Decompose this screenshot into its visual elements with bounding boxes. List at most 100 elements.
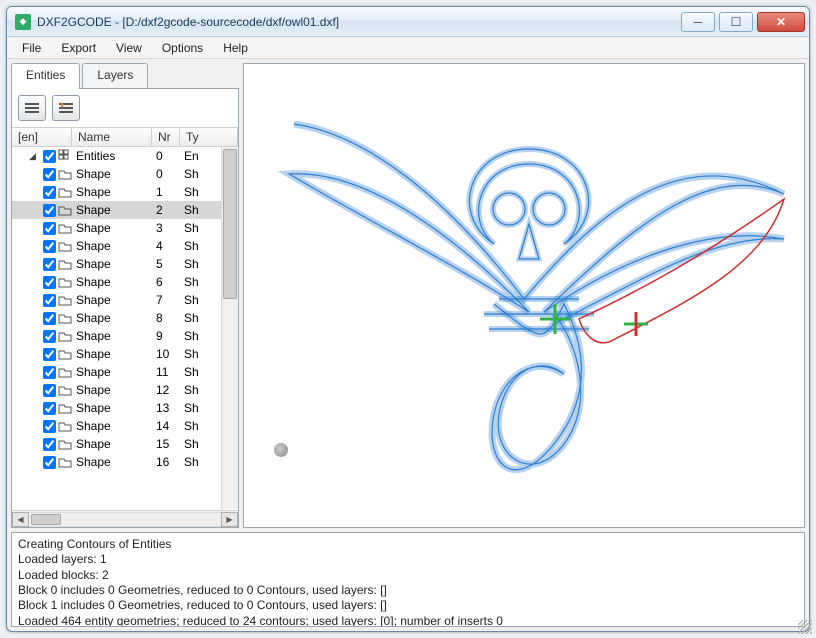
cell-name: Shape <box>72 185 152 199</box>
tree-row[interactable]: Shape 15 Sh <box>12 435 238 453</box>
cell-name: Shape <box>72 347 152 361</box>
tree-row[interactable]: Shape 7 Sh <box>12 291 238 309</box>
cell-name: Shape <box>72 239 152 253</box>
folder-icon <box>58 311 72 325</box>
close-button[interactable]: ✕ <box>757 12 805 32</box>
enable-checkbox[interactable] <box>43 204 56 217</box>
tree-row[interactable]: Shape 10 Sh <box>12 345 238 363</box>
tree-row[interactable]: Shape 8 Sh <box>12 309 238 327</box>
titlebar[interactable]: ◆ DXF2GCODE - [D:/dxf2gcode-sourcecode/d… <box>7 7 809 37</box>
collapse-all-button[interactable] <box>18 95 46 121</box>
tree-row[interactable]: Shape 3 Sh <box>12 219 238 237</box>
cell-name: Shape <box>72 167 152 181</box>
menu-export[interactable]: Export <box>52 39 105 57</box>
folder-icon <box>58 455 72 469</box>
log-line: Loaded layers: 1 <box>18 552 798 567</box>
folder-icon <box>58 419 72 433</box>
cell-nr: 11 <box>152 365 180 379</box>
cell-nr: 10 <box>152 347 180 361</box>
enable-checkbox[interactable] <box>43 402 56 415</box>
log-line: Block 0 includes 0 Geometries, reduced t… <box>18 583 798 598</box>
tab-layers[interactable]: Layers <box>82 63 148 89</box>
tree-row[interactable]: Shape 13 Sh <box>12 399 238 417</box>
tree-row[interactable]: Shape 2 Sh <box>12 201 238 219</box>
cell-nr: 3 <box>152 221 180 235</box>
tree-row[interactable]: Shape 1 Sh <box>12 183 238 201</box>
enable-checkbox[interactable] <box>43 150 56 163</box>
tree-row[interactable]: Shape 16 Sh <box>12 453 238 471</box>
cell-nr: 12 <box>152 383 180 397</box>
enable-checkbox[interactable] <box>43 366 56 379</box>
canvas-origin-marker-icon <box>274 443 288 457</box>
enable-checkbox[interactable] <box>43 258 56 271</box>
hscroll-left-icon[interactable]: ◀ <box>12 512 29 527</box>
hscroll-right-icon[interactable]: ▶ <box>221 512 238 527</box>
folder-icon <box>58 437 72 451</box>
tree-row[interactable]: Shape 6 Sh <box>12 273 238 291</box>
expand-all-button[interactable] <box>52 95 80 121</box>
cell-nr: 5 <box>152 257 180 271</box>
cell-name: Shape <box>72 437 152 451</box>
folder-icon <box>58 239 72 253</box>
enable-checkbox[interactable] <box>43 420 56 433</box>
tabs: Entities Layers <box>11 63 239 89</box>
tree-row[interactable]: Shape 11 Sh <box>12 363 238 381</box>
entity-tree[interactable]: [en] Name Nr Ty ◢ Entities 0 En Shape 0 … <box>12 127 238 527</box>
folder-icon <box>58 293 72 307</box>
log-output[interactable]: Creating Contours of EntitiesLoaded laye… <box>11 532 805 627</box>
cell-nr: 13 <box>152 401 180 415</box>
folder-icon <box>58 221 72 235</box>
cell-name: Shape <box>72 257 152 271</box>
folder-icon <box>58 365 72 379</box>
cell-nr: 7 <box>152 293 180 307</box>
enable-checkbox[interactable] <box>43 222 56 235</box>
enable-checkbox[interactable] <box>43 330 56 343</box>
col-type[interactable]: Ty <box>180 128 238 146</box>
tree-row[interactable]: Shape 4 Sh <box>12 237 238 255</box>
minimize-button[interactable]: ─ <box>681 12 715 32</box>
folder-icon <box>58 185 72 199</box>
enable-checkbox[interactable] <box>43 240 56 253</box>
tree-hscrollbar[interactable]: ◀ ▶ <box>12 510 238 527</box>
enable-checkbox[interactable] <box>43 276 56 289</box>
tree-row[interactable]: Shape 5 Sh <box>12 255 238 273</box>
left-panel: Entities Layers [en] Name Nr <box>11 63 239 528</box>
cell-nr: 1 <box>152 185 180 199</box>
col-enabled[interactable]: [en] <box>12 128 72 146</box>
tab-entities[interactable]: Entities <box>11 63 80 89</box>
enable-checkbox[interactable] <box>43 294 56 307</box>
log-line: Loaded blocks: 2 <box>18 568 798 583</box>
resize-grip-icon[interactable] <box>798 620 810 632</box>
enable-checkbox[interactable] <box>43 456 56 469</box>
tree-row[interactable]: Shape 0 Sh <box>12 165 238 183</box>
folder-icon <box>58 203 72 217</box>
enable-checkbox[interactable] <box>43 438 56 451</box>
tree-root[interactable]: ◢ Entities 0 En <box>12 147 238 165</box>
menu-help[interactable]: Help <box>214 39 257 57</box>
cell-nr: 6 <box>152 275 180 289</box>
tree-header[interactable]: [en] Name Nr Ty <box>12 127 238 147</box>
cell-nr: 8 <box>152 311 180 325</box>
cell-nr: 15 <box>152 437 180 451</box>
enable-checkbox[interactable] <box>43 168 56 181</box>
tree-row[interactable]: Shape 9 Sh <box>12 327 238 345</box>
drawing-canvas[interactable] <box>243 63 805 528</box>
cell-nr: 4 <box>152 239 180 253</box>
col-name[interactable]: Name <box>72 128 152 146</box>
tree-vscrollbar[interactable] <box>221 147 238 509</box>
folder-icon <box>58 383 72 397</box>
maximize-button[interactable]: ☐ <box>719 12 753 32</box>
enable-checkbox[interactable] <box>43 312 56 325</box>
cell-name: Shape <box>72 455 152 469</box>
menu-view[interactable]: View <box>107 39 151 57</box>
menu-options[interactable]: Options <box>153 39 212 57</box>
enable-checkbox[interactable] <box>43 384 56 397</box>
app-icon: ◆ <box>15 14 31 30</box>
enable-checkbox[interactable] <box>43 186 56 199</box>
tree-row[interactable]: Shape 12 Sh <box>12 381 238 399</box>
menu-file[interactable]: File <box>13 39 50 57</box>
tree-row[interactable]: Shape 14 Sh <box>12 417 238 435</box>
col-nr[interactable]: Nr <box>152 128 180 146</box>
enable-checkbox[interactable] <box>43 348 56 361</box>
grid-icon <box>58 149 72 163</box>
